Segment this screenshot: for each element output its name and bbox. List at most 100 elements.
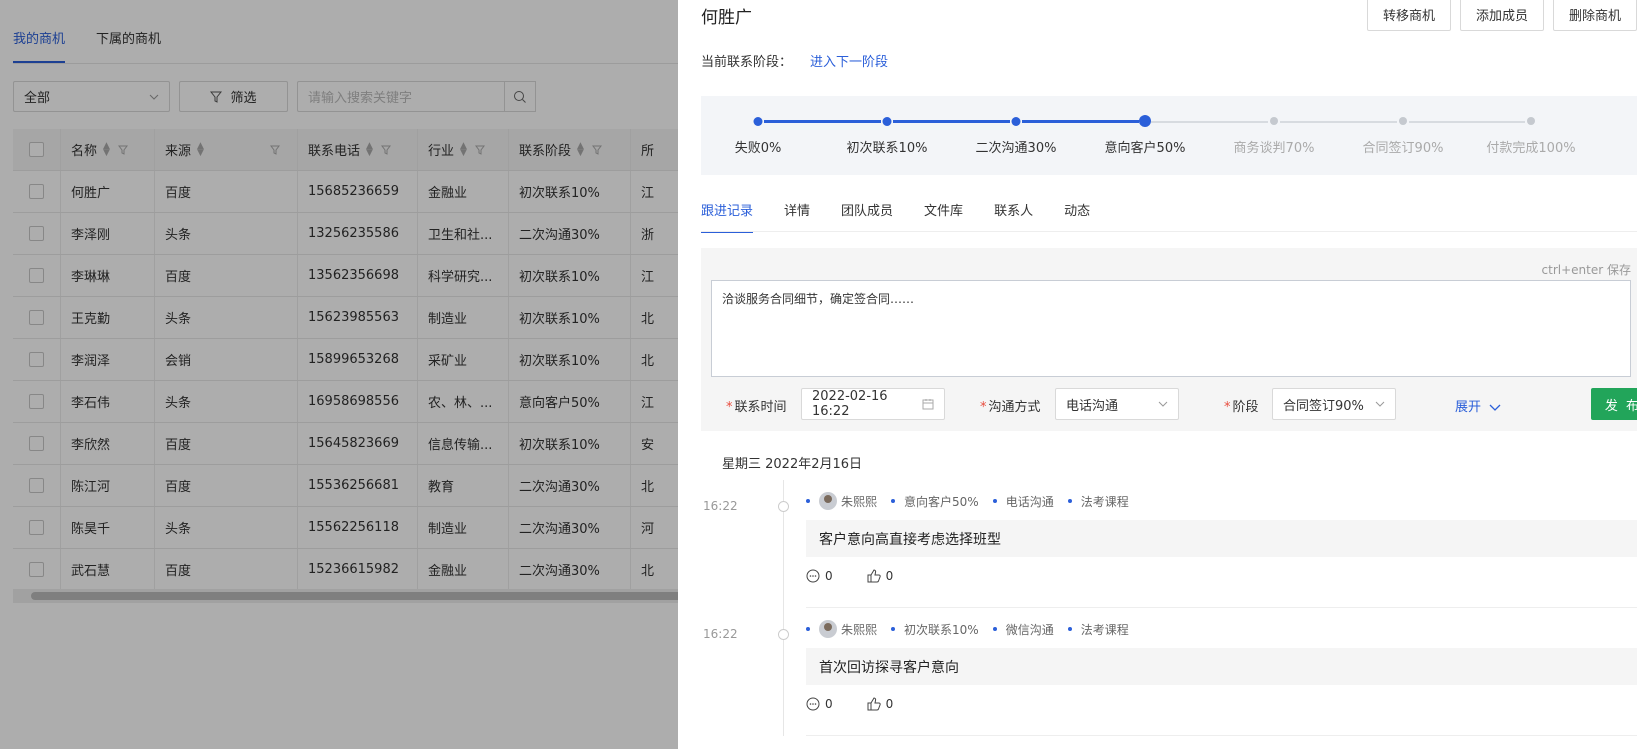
page: 我的商机 下属的商机 全部 筛选 请输入搜索关键字 名称 ▲ ▼ 来源 ▲ ▼ … [0, 0, 1637, 749]
record-method: 电话沟通 [1005, 494, 1054, 509]
stage-connector [893, 120, 1010, 123]
expand-toggle[interactable]: 展开 [1455, 396, 1501, 415]
stage-select-value: 合同签订90% [1283, 398, 1364, 414]
current-stage-line: 当前联系阶段： 进入下一阶段 [701, 51, 888, 70]
like-count: 0 [885, 697, 894, 711]
avatar [819, 492, 837, 510]
stage-label[interactable]: 商务谈判70% [1234, 137, 1315, 156]
tab-activity[interactable]: 动态 [1064, 200, 1090, 233]
record-content: 首次回访探寻客户意向 [806, 648, 1637, 685]
timeline-node [778, 629, 789, 640]
publish-button[interactable]: 发 布 [1591, 388, 1637, 420]
thumbs-up-icon [867, 569, 881, 583]
comment-count: 0 [825, 569, 833, 583]
stage-label[interactable]: 付款完成100% [1486, 137, 1575, 156]
like-button[interactable]: 0 [867, 697, 894, 711]
bullet [891, 499, 896, 503]
detail-tabs: 跟进记录 详情 团队成员 文件库 联系人 动态 [701, 200, 1121, 233]
record-meta: 朱熙熙 意向客户50% 电话沟通 法考课程 [806, 492, 1143, 510]
thumbs-up-icon [867, 697, 881, 711]
comment-button[interactable]: 0 [806, 569, 833, 583]
contact-method-select[interactable]: 电话沟通 [1055, 388, 1179, 420]
bullet [891, 627, 896, 631]
bullet [992, 499, 997, 503]
stage-label[interactable]: 合同签订90% [1363, 137, 1444, 156]
chevron-down-icon [1489, 404, 1501, 412]
chevron-down-icon [1375, 401, 1385, 407]
bullet [806, 499, 810, 503]
modal-overlay[interactable] [0, 0, 678, 749]
tab-details[interactable]: 详情 [784, 200, 810, 233]
follow-up-form: * 联系时间 2022-02-16 16:22 * 沟通方式 电话沟通 * 阶段 合同… [701, 388, 1637, 422]
timeline-node [778, 501, 789, 512]
stage-label[interactable]: 意向客户50% [1105, 137, 1186, 156]
bullet [992, 627, 997, 631]
timeline-line [783, 480, 784, 608]
record-course: 法考课程 [1080, 622, 1129, 637]
contact-method-label-text: 沟通方式 [988, 400, 1041, 415]
record-user: 朱熙熙 [841, 494, 878, 509]
stage-label[interactable]: 初次联系10% [847, 137, 928, 156]
stage-dot[interactable] [1399, 117, 1407, 125]
stage-dot[interactable] [753, 117, 763, 126]
contact-time-value: 2022-02-16 16:22 [812, 389, 888, 419]
follow-up-textarea[interactable]: 洽谈服务合同细节，确定签合同…… [711, 280, 1631, 377]
stage-dot[interactable] [1139, 115, 1151, 127]
day-title: 星期三 2022年2月16日 [722, 457, 863, 472]
contact-time-label: * 联系时间 [726, 400, 787, 415]
stage-connector [1151, 121, 1268, 123]
tab-contacts[interactable]: 联系人 [994, 200, 1033, 233]
stage-dot[interactable] [882, 117, 892, 126]
stage-label: * 阶段 [1224, 400, 1259, 415]
record-user: 朱熙熙 [841, 622, 878, 637]
comment-count: 0 [825, 697, 833, 711]
contact-method-value: 电话沟通 [1066, 398, 1119, 414]
tab-file-library[interactable]: 文件库 [924, 200, 963, 233]
expand-label: 展开 [1455, 400, 1482, 415]
add-member-button[interactable]: 添加成员 [1459, 0, 1544, 31]
timeline-item: 16:22 朱熙熙 意向客户50% 电话沟通 法考课程 客户意向高直接考虑选择班型 0 0 [701, 480, 1637, 608]
record-actions: 00 [806, 697, 893, 711]
detail-tab-divider [701, 231, 1637, 232]
opportunity-detail-drawer: 何胜广 转移商机 添加成员 删除商机 当前联系阶段： 进入下一阶段 失败0% 初次… [678, 0, 1637, 749]
drawer-actions: 转移商机 添加成员 删除商机 [1366, 0, 1637, 31]
record-time: 16:22 [703, 627, 738, 641]
calendar-icon [922, 398, 934, 410]
stage-dot[interactable] [1527, 117, 1535, 125]
like-count: 0 [885, 569, 894, 583]
contact-time-label-text: 联系时间 [734, 400, 787, 415]
timeline-item: 16:22 朱熙熙 初次联系10% 微信沟通 法考课程 首次回访探寻客户意向 0 0 [701, 608, 1637, 736]
stage-dot[interactable] [1011, 117, 1021, 126]
avatar [819, 620, 837, 638]
delete-opportunity-button[interactable]: 删除商机 [1552, 0, 1637, 31]
tab-team-members[interactable]: 团队成员 [841, 200, 893, 233]
like-button[interactable]: 0 [867, 569, 894, 583]
stage-dot[interactable] [1270, 117, 1278, 125]
timeline-line [783, 608, 784, 736]
contact-method-label: * 沟通方式 [980, 400, 1041, 415]
stage-connector [1022, 120, 1139, 123]
transfer-opportunity-button[interactable]: 转移商机 [1366, 0, 1451, 31]
record-time: 16:22 [703, 499, 738, 513]
comment-icon [806, 569, 820, 583]
stage-label[interactable]: 失败0% [735, 137, 782, 156]
stage-select[interactable]: 合同签订90% [1272, 388, 1396, 420]
comment-icon [806, 697, 820, 711]
record-stage: 初次联系10% [904, 622, 979, 637]
stage-connector [1409, 121, 1525, 123]
current-stage-label: 当前联系阶段： [701, 55, 793, 70]
contact-time-picker[interactable]: 2022-02-16 16:22 [801, 388, 945, 420]
record-divider [806, 735, 1637, 736]
bullet [1067, 627, 1072, 631]
stage-connector [764, 120, 881, 123]
follow-up-editor: ctrl+enter 保存 洽谈服务合同细节，确定签合同…… * 联系时间 202… [701, 248, 1637, 431]
next-stage-link[interactable]: 进入下一阶段 [810, 51, 888, 70]
record-course: 法考课程 [1080, 494, 1129, 509]
record-actions: 00 [806, 569, 893, 583]
drawer-title: 何胜广 [701, 8, 752, 28]
tab-follow-up-records[interactable]: 跟进记录 [701, 200, 754, 233]
stage-label[interactable]: 二次沟通30% [976, 137, 1057, 156]
save-shortcut-hint: ctrl+enter 保存 [1541, 263, 1631, 277]
comment-button[interactable]: 0 [806, 697, 833, 711]
record-method: 微信沟通 [1005, 622, 1054, 637]
